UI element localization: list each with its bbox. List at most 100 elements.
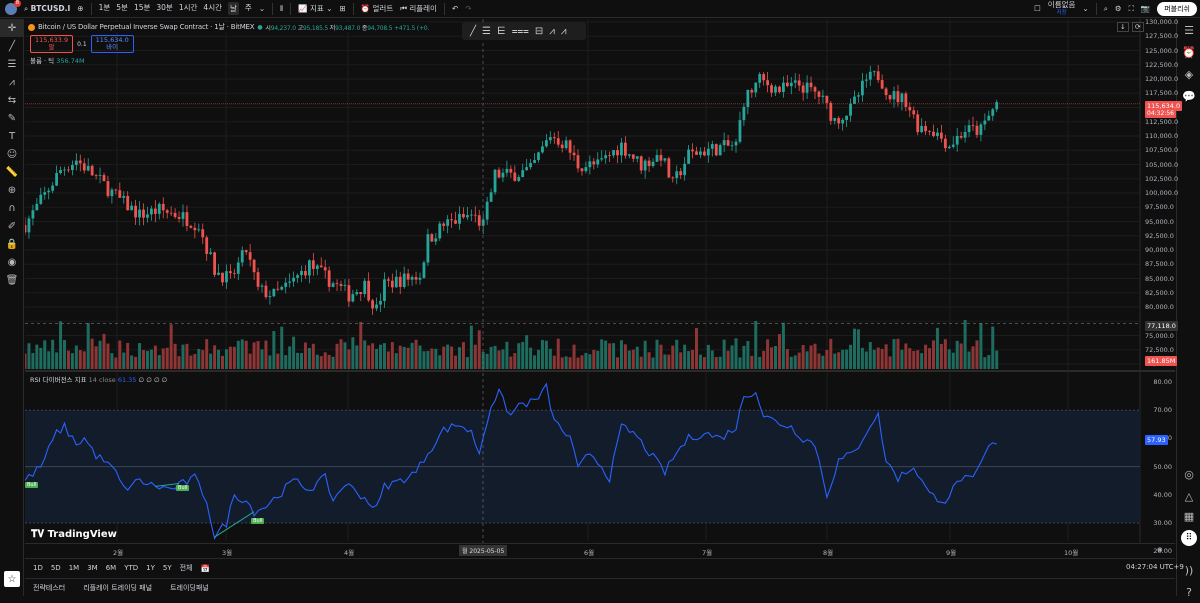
trendline-icon[interactable]: ╱ <box>0 37 24 55</box>
target-icon[interactable]: ◎ <box>1177 463 1200 485</box>
emoji-icon[interactable]: ☺ <box>0 145 24 163</box>
bottom-tab-2[interactable]: 트레이딩패널 <box>170 583 209 593</box>
lock-drawing-icon[interactable]: ✐ <box>0 217 24 235</box>
interval-4[interactable]: 1시간 <box>179 2 198 15</box>
volume-bar <box>691 349 695 369</box>
avatar[interactable]: 8 <box>5 0 21 15</box>
volume-bar <box>303 342 307 369</box>
price-tick: 90,000.0 <box>1145 246 1174 254</box>
ruler-icon[interactable]: 📏 <box>0 163 24 181</box>
candle-body <box>142 209 145 218</box>
projection-icon[interactable]: ⇆ <box>0 91 24 109</box>
bottom-tab-0[interactable]: 전략테스터 <box>33 583 65 593</box>
elliott-icon[interactable]: ⩘ <box>561 26 567 37</box>
volume-bar <box>489 346 493 369</box>
range-button-5y[interactable]: 5Y <box>163 564 172 572</box>
settings-icon[interactable]: ⚙ <box>1115 4 1122 13</box>
volume-bar <box>331 356 335 369</box>
volume-bar <box>501 349 505 369</box>
symbol-title[interactable]: Bitcoin / US Dollar Perpetual Inverse Sw… <box>38 22 255 32</box>
rsi-legend[interactable]: RSI 다이버전스 지표 14 close 61.35 ∅ ∅ ∅ ∅ <box>30 374 167 384</box>
apps-grid-icon[interactable]: ⠿ <box>1177 527 1200 549</box>
interval-5[interactable]: 4시간 <box>203 2 222 15</box>
templates-icon[interactable]: ⊞ <box>339 4 345 13</box>
trash-icon[interactable]: 🗑 <box>0 271 24 289</box>
pitchfork-icon[interactable]: ⩶ <box>512 26 529 37</box>
chevron-down-icon[interactable]: ⌄ <box>1082 4 1088 13</box>
publish-button[interactable]: 퍼블리쉬 <box>1157 1 1197 16</box>
help-icon[interactable]: ? <box>1177 581 1200 603</box>
layout-icon[interactable]: ☐ <box>1034 4 1041 13</box>
alert-button[interactable]: ⏰ 얼러트 <box>361 3 393 14</box>
range-button-전체[interactable]: 전체 <box>180 563 193 573</box>
indicators-button[interactable]: 📈 지표 ⌄ <box>298 3 332 14</box>
layers-icon[interactable]: ◈ <box>1177 63 1200 85</box>
range-button-6m[interactable]: 6M <box>106 564 117 572</box>
volume-bar <box>572 344 576 369</box>
fullscreen-icon[interactable]: ⛶ <box>1129 4 1134 14</box>
chevron-down-icon[interactable]: ⌄ <box>259 4 265 13</box>
symbol-search[interactable]: ⌕ BTCUSD.I <box>24 4 70 14</box>
bottom-tab-1[interactable]: 리플레이 트레이딩 패널 <box>83 583 152 593</box>
clock[interactable]: 04:27:04 UTC+9 <box>1126 563 1184 571</box>
calendar-icon[interactable]: ▦ <box>1177 505 1200 527</box>
fib-icon[interactable]: ☰ <box>482 26 491 37</box>
range-button-1m[interactable]: 1M <box>69 564 80 572</box>
pattern-icon[interactable]: ⩘ <box>0 73 24 91</box>
interval-2[interactable]: 15분 <box>134 2 150 15</box>
brush-icon[interactable]: ✎ <box>0 109 24 127</box>
lock-icon[interactable]: 🔒 <box>0 235 24 253</box>
candle-type-icon[interactable]: ⫴ <box>280 4 283 14</box>
volume-bar <box>35 344 39 369</box>
camera-icon[interactable]: 📷 <box>1141 4 1150 13</box>
sell-button[interactable]: 115,633.9 팔 <box>30 35 74 53</box>
volume-bar <box>94 346 98 369</box>
scroll-to-latest-icon[interactable]: ↓ <box>1117 22 1129 32</box>
trendline-icon[interactable]: ╱ <box>470 26 476 37</box>
channel-icon[interactable]: ⋿ <box>497 26 506 37</box>
time-axis[interactable]: 2월 3월 4월 6월 7월 8월 9월 10월 <box>25 543 1175 557</box>
text-icon[interactable]: T <box>0 127 24 145</box>
wave-icon[interactable]: ⩘ <box>549 26 555 37</box>
axis-settings-icon[interactable]: ⊗ <box>1157 546 1163 554</box>
range-button-ytd[interactable]: YTD <box>124 564 138 572</box>
volume-bar <box>493 345 497 369</box>
layout-name[interactable]: 이름없음 저장 <box>1048 0 1076 17</box>
quick-search-icon[interactable]: ⌕ <box>1104 4 1108 14</box>
interval-7[interactable]: 주 <box>245 2 252 15</box>
zoom-icon[interactable]: ⊕ <box>0 181 24 199</box>
watchlist-icon[interactable]: ☰ <box>1177 19 1200 41</box>
buy-button[interactable]: 115,634.0 바이 <box>90 35 134 53</box>
eye-icon[interactable]: ◉ <box>0 253 24 271</box>
range-button-3m[interactable]: 3M <box>87 564 98 572</box>
interval-1[interactable]: 5분 <box>116 2 128 15</box>
countdown-tag: 04:32:56 <box>1145 109 1176 118</box>
reset-scale-icon[interactable]: ⟳ <box>1131 22 1144 32</box>
ideas-icon[interactable]: △ <box>1177 485 1200 507</box>
add-symbol-icon[interactable]: ⊕ <box>77 4 83 13</box>
volume-legend[interactable]: 볼륨 · 틱 356.74M <box>30 55 85 65</box>
chart-canvas[interactable] <box>25 19 1175 543</box>
gann-icon[interactable]: ⊟ <box>535 26 543 37</box>
replay-button[interactable]: ⏮ 리플레이 <box>400 3 437 14</box>
interval-6[interactable]: 날 <box>228 2 239 15</box>
volume-bar <box>695 327 698 369</box>
rsi-params: 14 close <box>88 376 116 384</box>
range-button-1y[interactable]: 1Y <box>146 564 155 572</box>
favorite-star-icon[interactable]: ☆ <box>4 571 20 587</box>
redo-icon[interactable]: ↷ <box>465 4 471 13</box>
magnet-icon[interactable]: ∩ <box>0 199 24 217</box>
fib-icon[interactable]: ☰ <box>0 55 24 73</box>
candle-body <box>288 281 292 283</box>
volume-bar <box>525 335 529 369</box>
undo-icon[interactable]: ↶ <box>452 4 458 13</box>
interval-0[interactable]: 1분 <box>99 2 111 15</box>
crosshair-icon[interactable]: ✛ <box>0 19 24 37</box>
interval-3[interactable]: 30분 <box>156 2 172 15</box>
volume-bar <box>307 348 311 369</box>
range-button-5d[interactable]: 5D <box>51 564 61 572</box>
alarm-icon[interactable]: ⏰ <box>1177 41 1200 63</box>
goto-date-icon[interactable]: 📅 <box>201 564 210 573</box>
candle-body <box>639 156 643 171</box>
range-button-1d[interactable]: 1D <box>33 564 43 572</box>
